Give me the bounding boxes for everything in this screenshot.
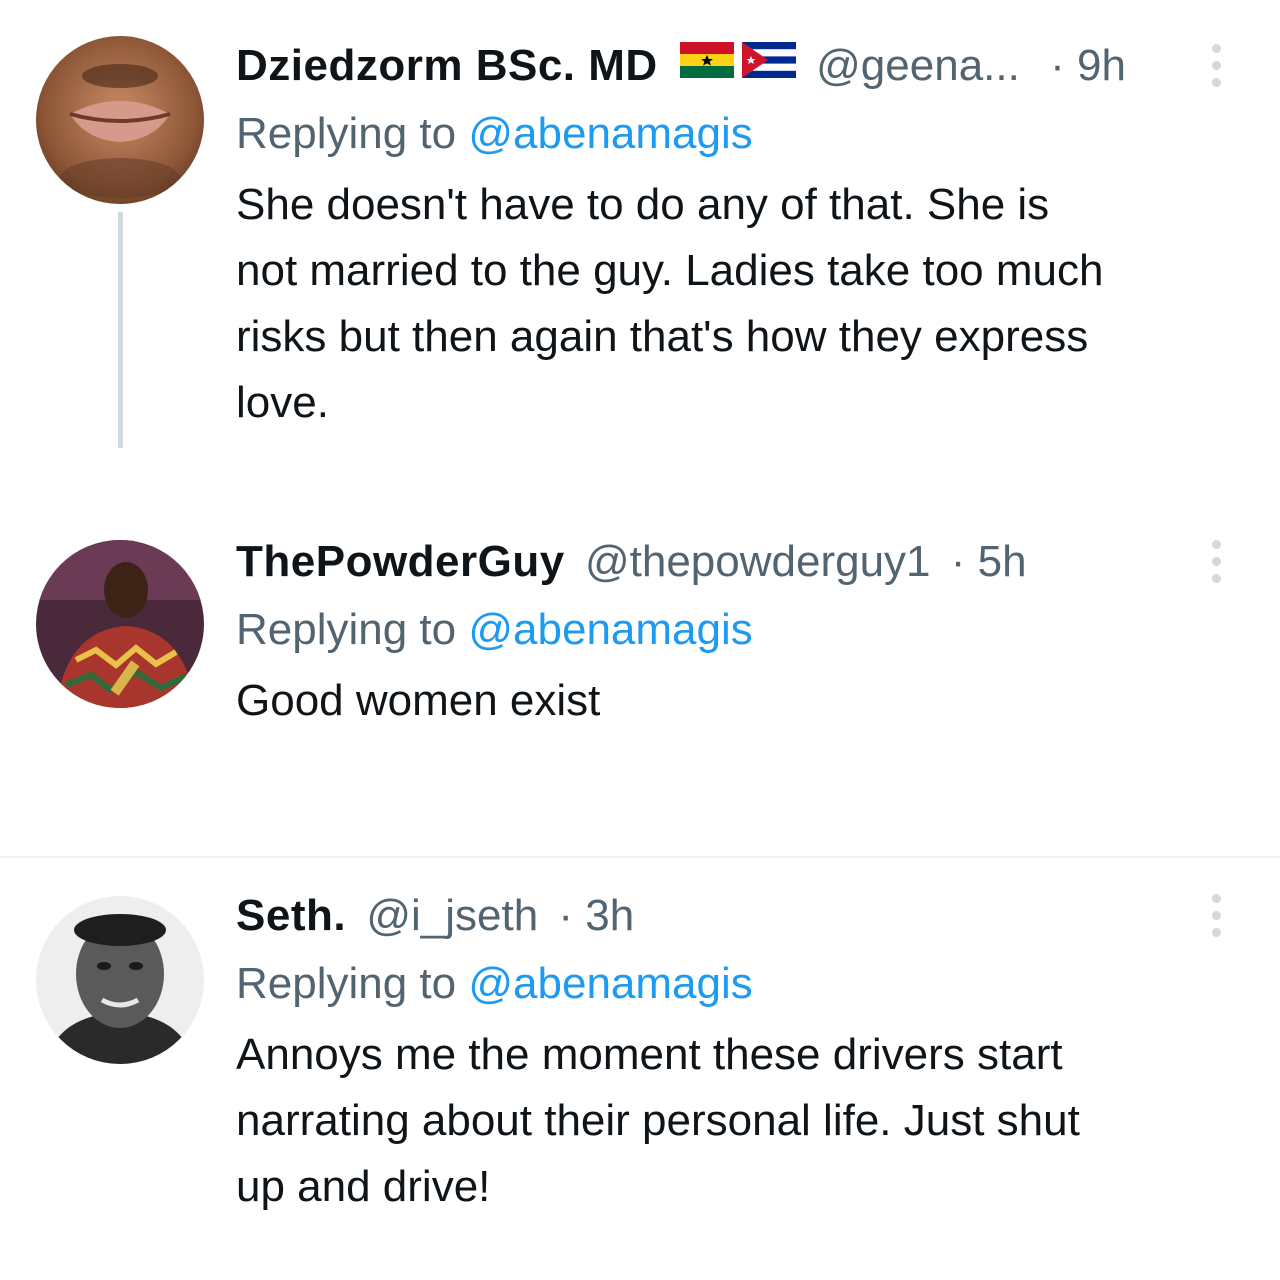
tweet-text-line: Good women exist bbox=[236, 676, 601, 725]
avatar[interactable] bbox=[36, 540, 204, 708]
reply-context: Replying to @abenamagis bbox=[236, 600, 1246, 660]
divider bbox=[0, 856, 1280, 858]
reply-mention-link[interactable]: @abenamagis bbox=[468, 605, 752, 654]
reply-prefix: Replying to bbox=[236, 605, 457, 654]
reply-mention-link[interactable]: @abenamagis bbox=[468, 109, 752, 158]
thread-line bbox=[118, 212, 123, 448]
avatar[interactable] bbox=[36, 36, 204, 204]
more-options-icon[interactable] bbox=[1210, 894, 1222, 937]
tweet-text-line: not married to the guy. Ladies take too … bbox=[236, 246, 1104, 295]
tweet-text-line: Annoys me the moment these drivers start bbox=[236, 1030, 1063, 1079]
tweet-text: Good women exist bbox=[236, 668, 1246, 734]
separator-dot: · bbox=[1050, 41, 1065, 90]
avatar-image bbox=[36, 36, 204, 204]
ghana-flag-icon bbox=[679, 42, 734, 79]
avatar[interactable] bbox=[36, 896, 204, 1064]
display-name[interactable]: Dziedzorm BSc. MD bbox=[236, 41, 658, 90]
display-name[interactable]: Seth. bbox=[236, 891, 346, 940]
tweet-header: Dziedzorm BSc. MD @geena... · 9h bbox=[236, 36, 1246, 96]
reply-context: Replying to @abenamagis bbox=[236, 954, 1246, 1014]
reply-prefix: Replying to bbox=[236, 959, 457, 1008]
tweet-text: She doesn't have to do any of that. She … bbox=[236, 172, 1246, 436]
tweet-text-line: narrating about their personal life. Jus… bbox=[236, 1096, 1080, 1145]
tweet-text-line: risks but then again that's how they exp… bbox=[236, 312, 1089, 361]
display-name[interactable]: ThePowderGuy bbox=[236, 537, 565, 586]
reply-prefix: Replying to bbox=[236, 109, 457, 158]
avatar-image bbox=[36, 896, 204, 1064]
more-options-icon[interactable] bbox=[1210, 44, 1222, 87]
cuba-flag-icon bbox=[741, 42, 796, 79]
more-options-icon[interactable] bbox=[1210, 540, 1222, 583]
user-handle[interactable]: @thepowderguy1 bbox=[585, 537, 931, 586]
tweet-text: Annoys me the moment these drivers start… bbox=[236, 1022, 1246, 1220]
flag-emojis bbox=[679, 34, 796, 94]
tweet-text-line: up and drive! bbox=[236, 1162, 491, 1211]
timestamp[interactable]: 9h bbox=[1077, 41, 1126, 90]
user-handle[interactable]: @geena... bbox=[816, 41, 1020, 90]
separator-dot: · bbox=[950, 537, 966, 586]
reply-context: Replying to @abenamagis bbox=[236, 104, 1246, 164]
tweet-text-line: She doesn't have to do any of that. She … bbox=[236, 180, 1050, 229]
timestamp[interactable]: 5h bbox=[978, 537, 1027, 586]
tweet-text-line: love. bbox=[236, 378, 329, 427]
separator-dot: · bbox=[558, 891, 574, 940]
reply-mention-link[interactable]: @abenamagis bbox=[468, 959, 752, 1008]
avatar-image bbox=[36, 540, 204, 708]
timestamp[interactable]: 3h bbox=[585, 891, 634, 940]
user-handle[interactable]: @i_jseth bbox=[366, 891, 538, 940]
tweet-header: ThePowderGuy @thepowderguy1 · 5h bbox=[236, 532, 1246, 592]
tweet-header: Seth. @i_jseth · 3h bbox=[236, 886, 1246, 946]
